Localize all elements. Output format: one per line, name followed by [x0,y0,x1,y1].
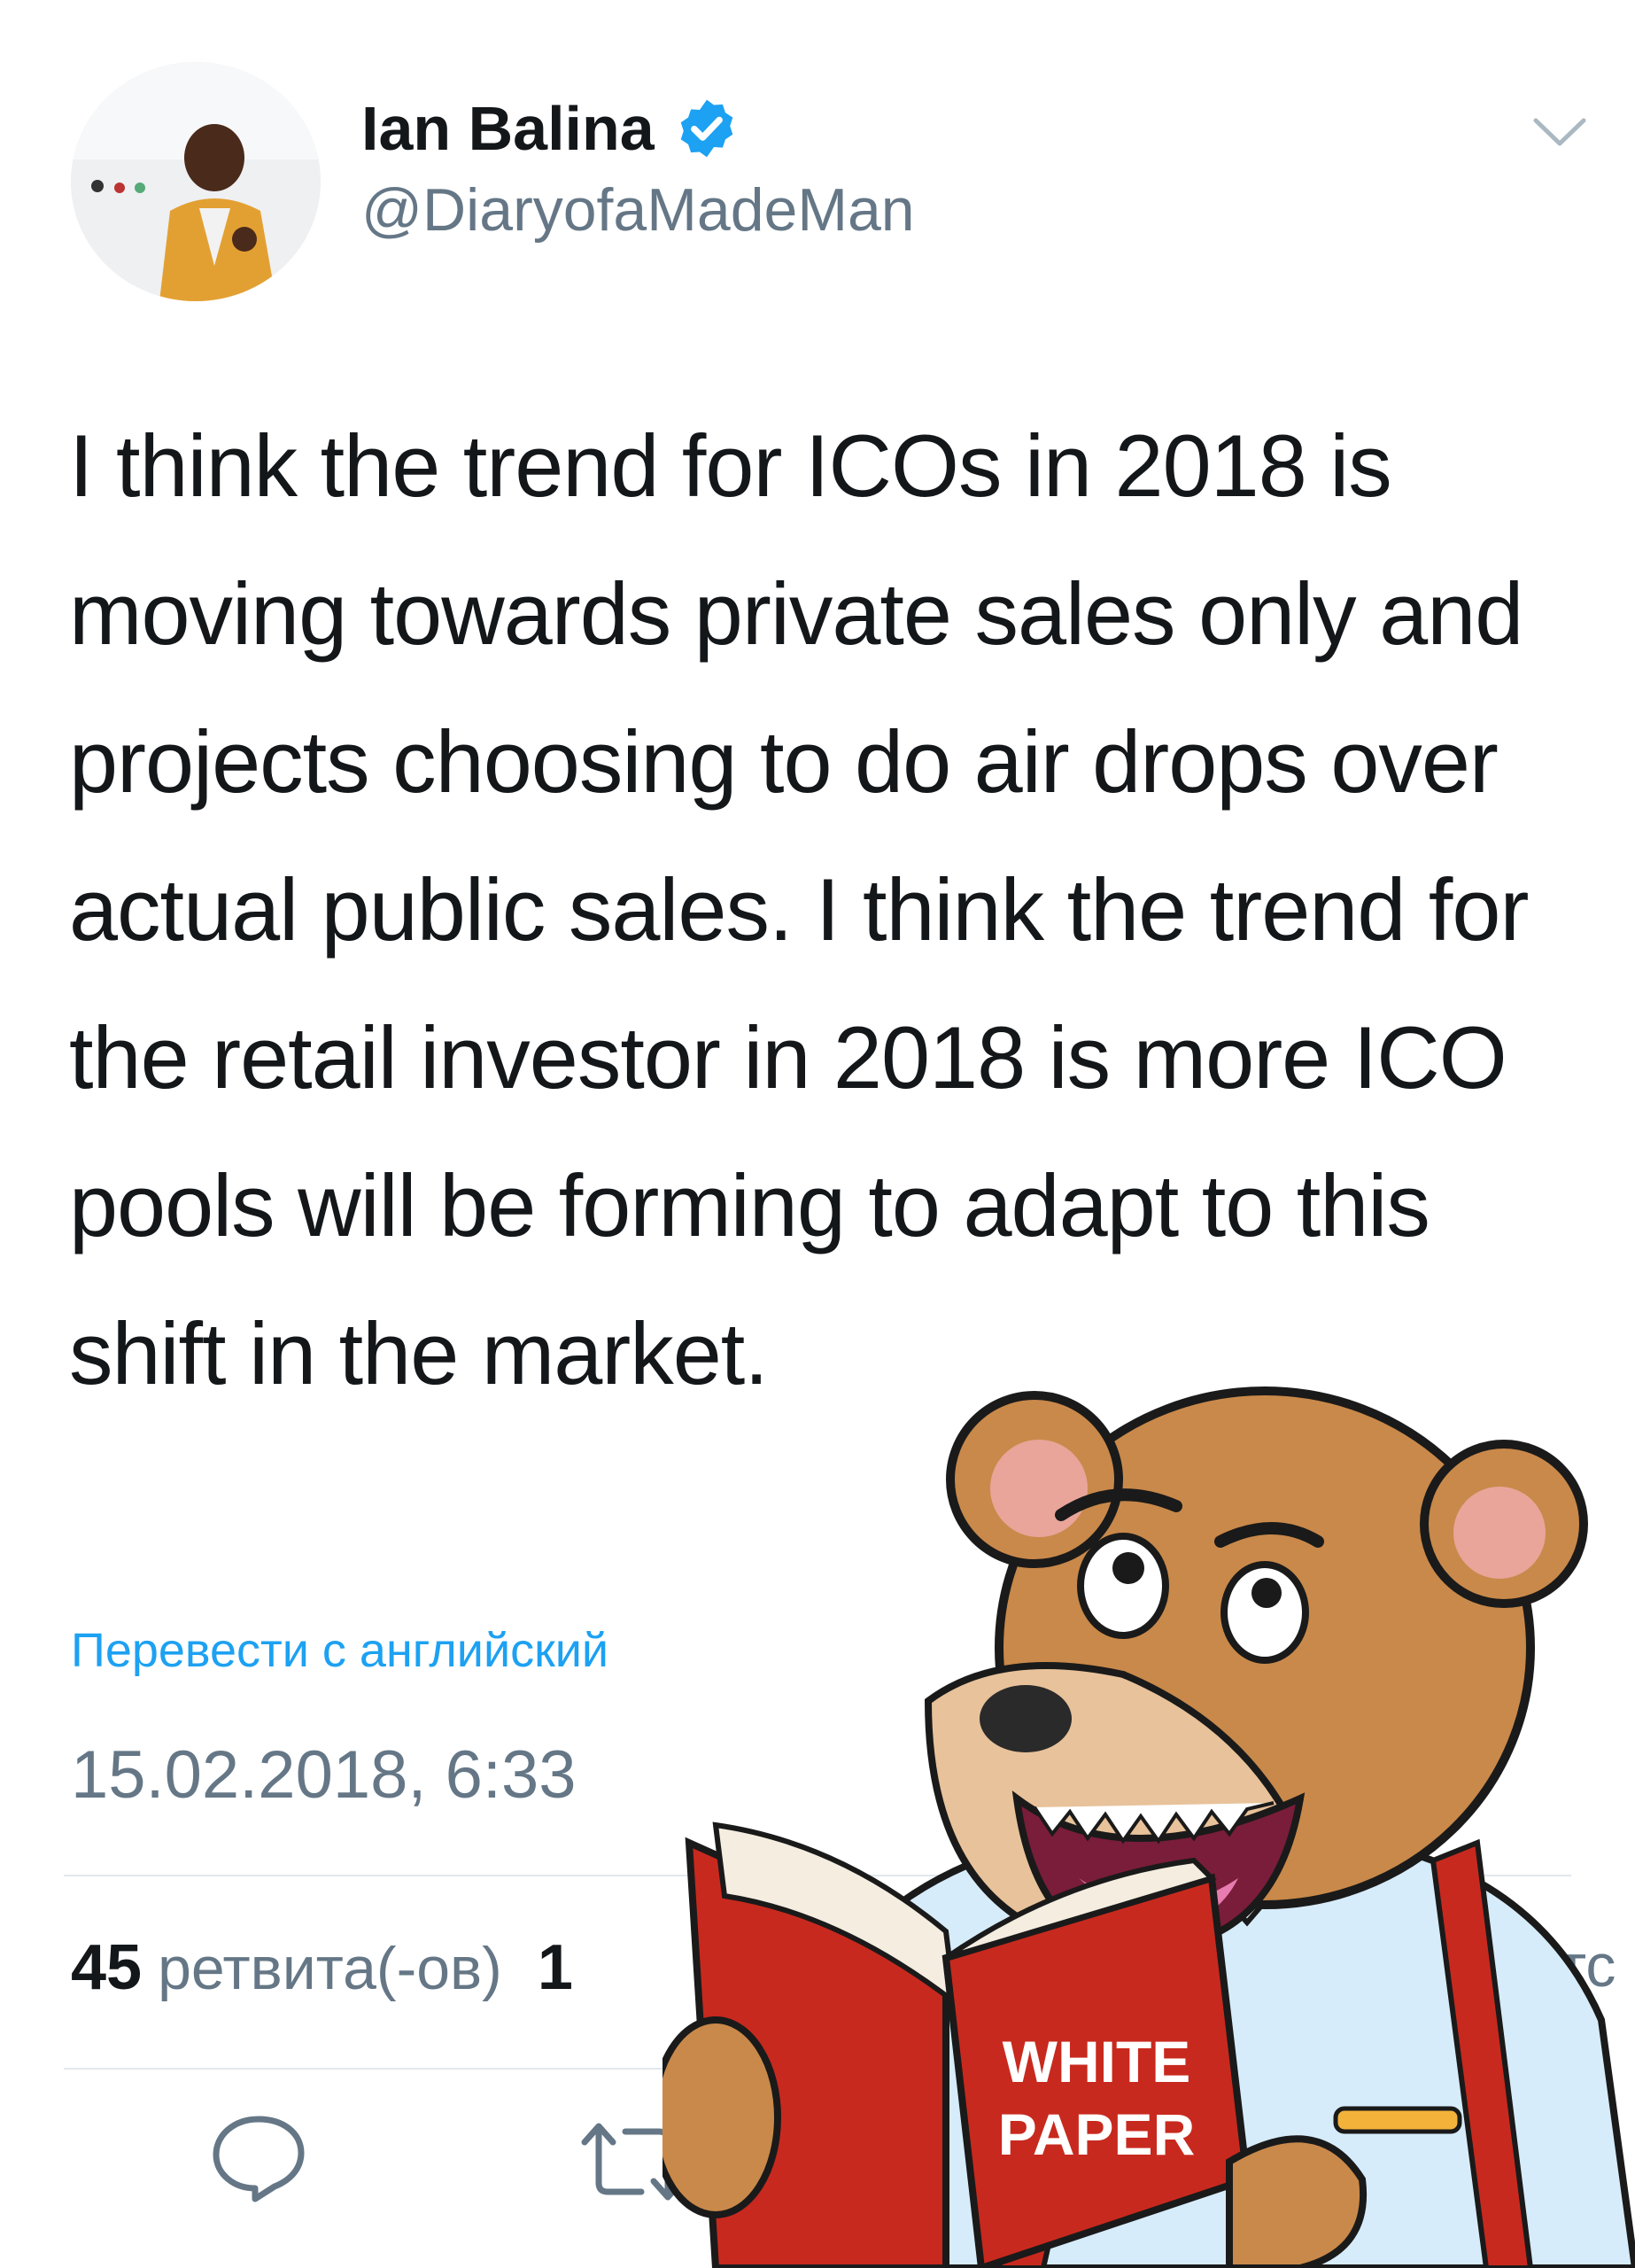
tweet-text: I think the trend for ICOs in 2018 is mo… [69,416,1529,1402]
avatar[interactable] [71,62,321,301]
retweets-label[interactable]: ретвита(-ов) [158,1934,502,2003]
reply-icon[interactable] [209,2112,308,2202]
verified-badge-icon [680,99,732,158]
bear-reading-sticker: WHITE PAPER [663,1386,1635,2268]
book-title-line2: PAPER [998,2101,1196,2167]
retweets-count[interactable]: 45 [71,1931,142,2004]
author-display-name[interactable]: Ian Balina [361,93,655,164]
tweet-timestamp: 15.02.2018, 6:33 [71,1737,577,1813]
author-name-row[interactable]: Ian Balina [361,89,740,168]
tweet-stats: 45 ретвита(-ов) 1 [71,1931,573,2004]
avatar-photo [71,62,321,301]
author-handle[interactable]: @DiaryofaMadeMan [361,175,915,245]
likes-count[interactable]: 1 [538,1931,573,2004]
translate-link[interactable]: Перевести с английский [71,1623,608,1678]
chevron-down-icon[interactable] [1529,105,1591,158]
book-title-line1: WHITE [1003,2029,1191,2094]
